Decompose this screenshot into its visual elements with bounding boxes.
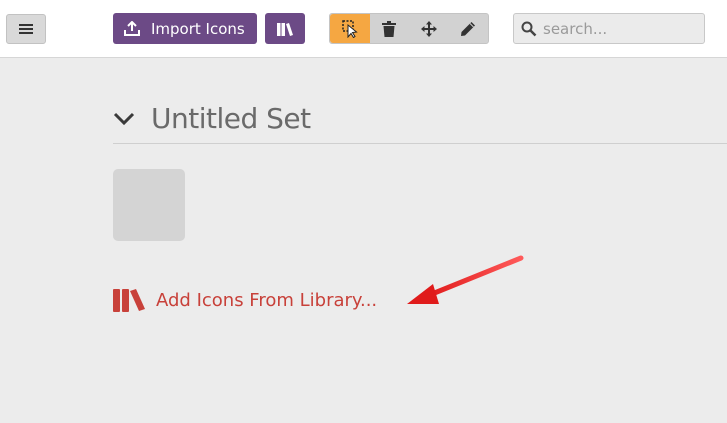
- menu-button[interactable]: [6, 14, 46, 44]
- collapse-set-toggle[interactable]: [113, 112, 135, 126]
- select-tool-button[interactable]: [330, 14, 370, 43]
- top-toolbar: Import Icons: [0, 0, 727, 58]
- upload-icon: [124, 20, 140, 36]
- move-tool-button[interactable]: [409, 14, 449, 43]
- hamburger-icon: [19, 24, 33, 34]
- edit-tool-button[interactable]: [449, 14, 489, 43]
- import-icons-label: Import Icons: [151, 19, 245, 38]
- move-icon: [420, 20, 437, 37]
- empty-icon-slot: [113, 169, 185, 241]
- cursor-icon: [342, 19, 358, 38]
- pencil-icon: [461, 21, 476, 36]
- search-icon: [521, 21, 537, 36]
- books-icon: [277, 22, 293, 36]
- search-box: [513, 13, 705, 44]
- icon-set-header: Untitled Set: [113, 94, 727, 144]
- annotation-arrow: [407, 255, 524, 304]
- add-icons-from-library-link[interactable]: Add Icons From Library...: [112, 287, 377, 313]
- delete-tool-button[interactable]: [370, 14, 410, 43]
- icon-library-button[interactable]: [265, 13, 305, 44]
- import-icons-button[interactable]: Import Icons: [113, 13, 257, 44]
- add-icons-from-library-label: Add Icons From Library...: [156, 289, 378, 311]
- books-icon: [113, 289, 145, 312]
- set-title[interactable]: Untitled Set: [151, 102, 311, 135]
- trash-icon: [382, 20, 397, 37]
- chevron-down-icon: [113, 112, 135, 125]
- edit-mode-toolbar: [329, 13, 489, 44]
- search-input[interactable]: [543, 19, 693, 38]
